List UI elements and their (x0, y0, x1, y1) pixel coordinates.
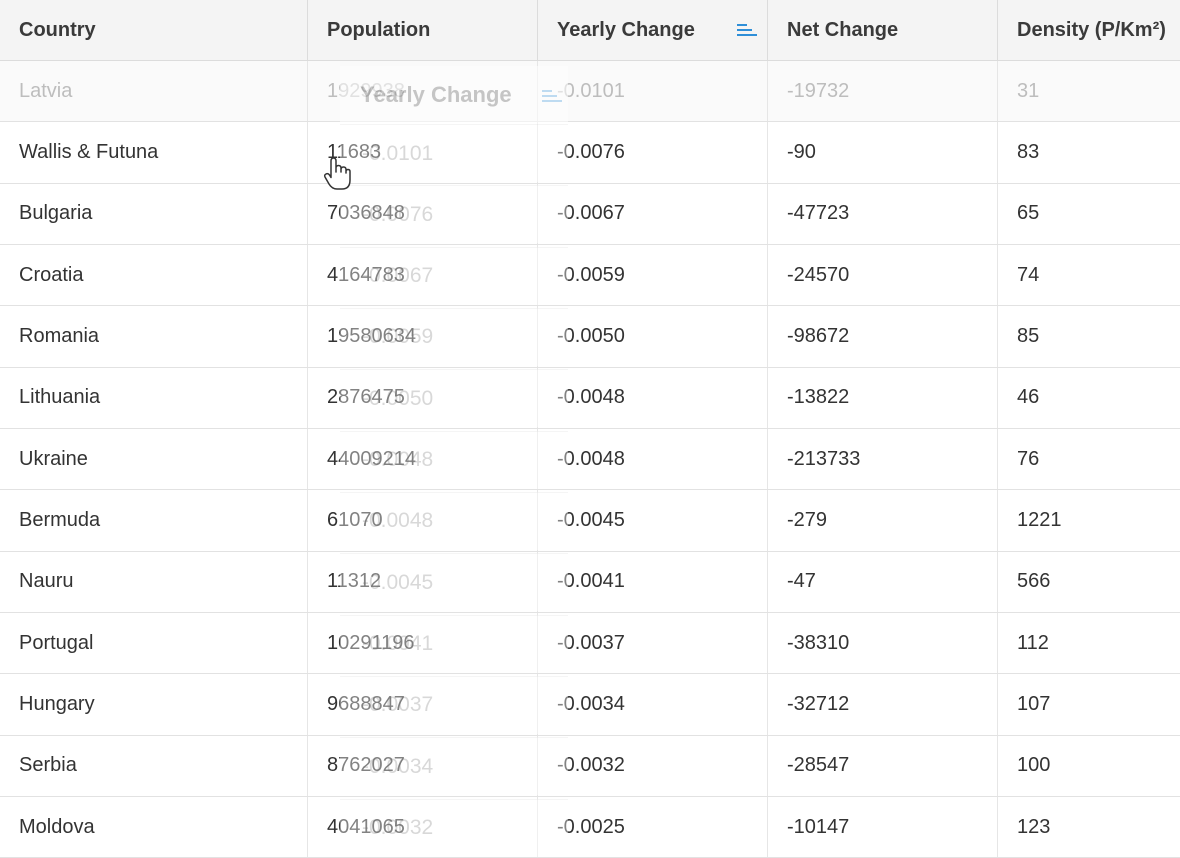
cell-yearly-change: -0.0032 (538, 735, 768, 796)
cell-country: Portugal (0, 612, 308, 674)
cell-density: 1221 (1017, 508, 1062, 531)
table-row[interactable]: Moldova 4041065 -0.0025 -10147 123 (0, 796, 1180, 858)
cell-net-change: -47 (768, 551, 998, 612)
cell-density: 83 (1017, 140, 1040, 163)
cell-net-change: -279 (768, 490, 998, 551)
column-header-label: Net Change (787, 18, 899, 41)
cell-net-change: -38310 (768, 612, 998, 674)
table-row[interactable]: Hungary 9688847 -0.0034 -32712 107 (0, 674, 1180, 736)
cell-net-change: -24570 (768, 244, 998, 306)
table-row[interactable]: Croatia 4164783 -0.0059 -24570 74 (0, 244, 1180, 307)
cell-net-change: -13822 (768, 367, 998, 428)
column-header-label: Density (P/Km²) (1017, 18, 1166, 41)
table-row[interactable]: Romania 19580634 -0.0050 -98672 85 (0, 306, 1180, 368)
cell-density: 85 (1017, 324, 1040, 347)
cell-country: Hungary (0, 674, 308, 735)
cell-net-change: -47723 (768, 183, 998, 244)
cell-country: Ukraine (0, 428, 308, 490)
cell-density: 566 (1017, 570, 1051, 593)
cell-population: 11312 (308, 551, 538, 612)
table-row[interactable]: Wallis & Futuna 11683 -0.0076 -90 83 (0, 122, 1180, 184)
cell-density: 100 (1017, 754, 1051, 777)
cell-yearly-change: -0.0034 (538, 674, 768, 735)
cell-yearly-change: -0.0059 (538, 244, 768, 306)
cell-density: 46 (1017, 386, 1040, 409)
cell-population: 2876475 (308, 367, 538, 428)
cell-country: Romania (0, 306, 308, 367)
cell-yearly-change: -0.0048 (538, 428, 768, 490)
cell-density: 76 (1017, 447, 1040, 470)
column-header-yearly-change[interactable]: Yearly Change (538, 0, 768, 60)
grab-hand-icon (323, 157, 351, 190)
cell-net-change: -28547 (768, 735, 998, 796)
table-row[interactable]: Ukraine 44009214 -0.0048 -213733 76 (0, 428, 1180, 491)
cell-population: 44009214 (308, 428, 538, 490)
cell-population: 4164783 (308, 244, 538, 306)
cell-net-change: -98672 (768, 306, 998, 367)
cell-net-change: -10147 (768, 796, 998, 858)
cell-net-change: -32712 (768, 674, 998, 735)
cell-population: 10291196 (308, 612, 538, 674)
cell-population: 9688847 (308, 674, 538, 735)
column-header-country[interactable]: Country (0, 0, 308, 60)
cell-yearly-change: -0.0041 (538, 551, 768, 612)
cell-country: Serbia (0, 735, 308, 796)
cell-net-change: -90 (768, 122, 998, 183)
table-row[interactable]: Bermuda 61070 -0.0045 -279 1221 (0, 490, 1180, 552)
column-header-label: Country (19, 18, 96, 41)
cell-country: Lithuania (0, 367, 308, 428)
column-header-density[interactable]: Density (P/Km²) (998, 0, 1180, 60)
cell-density: 107 (1017, 692, 1051, 715)
cell-population: 19580634 (308, 306, 538, 367)
cell-country: Croatia (0, 244, 308, 306)
cell-country: Bulgaria (0, 183, 308, 244)
cell-yearly-change: -0.0025 (538, 796, 768, 858)
cell-density: 65 (1017, 202, 1040, 225)
cell-population: 4041065 (308, 796, 538, 858)
cell-yearly-change: -0.0050 (538, 306, 768, 367)
cell-net-change: -19732 (768, 61, 998, 122)
cell-yearly-change: -0.0067 (538, 183, 768, 244)
cell-population: 1929938 (308, 61, 538, 122)
table-row[interactable]: Latvia 1929938 -0.0101 -19732 31 (0, 61, 1180, 123)
cell-country: Bermuda (0, 490, 308, 551)
column-header-population[interactable]: Population (308, 0, 538, 60)
cell-country: Latvia (0, 61, 308, 122)
cell-country: Moldova (0, 796, 308, 858)
cell-yearly-change: -0.0037 (538, 612, 768, 674)
cell-yearly-change: -0.0101 (538, 61, 768, 122)
column-header-net-change[interactable]: Net Change (768, 0, 998, 60)
cell-density: 31 (1017, 79, 1040, 102)
cell-yearly-change: -0.0045 (538, 490, 768, 551)
table-row[interactable]: Serbia 8762027 -0.0032 -28547 100 (0, 735, 1180, 797)
table-row[interactable]: Nauru 11312 -0.0041 -47 566 (0, 551, 1180, 613)
grid-header: Country Population Yearly Change Net Cha… (0, 0, 1180, 61)
cell-country: Nauru (0, 551, 308, 612)
cell-population: 61070 (308, 490, 538, 551)
cell-country: Wallis & Futuna (0, 122, 308, 183)
grid-body: Latvia 1929938 -0.0101 -19732 31 Wallis & Fut… (0, 61, 1180, 858)
cell-yearly-change: -0.0076 (538, 122, 768, 183)
cell-density: 112 (1017, 631, 1049, 654)
table-row[interactable]: Bulgaria 7036848 -0.0067 -47723 65 (0, 183, 1180, 245)
cell-density: 74 (1017, 263, 1040, 286)
cell-population: 8762027 (308, 735, 538, 796)
column-header-label: Population (327, 18, 431, 41)
sort-ascending-icon[interactable] (737, 24, 757, 38)
table-row[interactable]: Portugal 10291196 -0.0037 -38310 112 (0, 612, 1180, 675)
cell-density: 123 (1017, 815, 1051, 838)
data-grid: Country Population Yearly Change Net Cha… (0, 0, 1180, 858)
column-header-label: Yearly Change (557, 18, 695, 41)
cell-population: 7036848 (308, 183, 538, 244)
table-row[interactable]: Lithuania 2876475 -0.0048 -13822 46 (0, 367, 1180, 429)
cell-net-change: -213733 (768, 428, 998, 490)
cell-yearly-change: -0.0048 (538, 367, 768, 428)
